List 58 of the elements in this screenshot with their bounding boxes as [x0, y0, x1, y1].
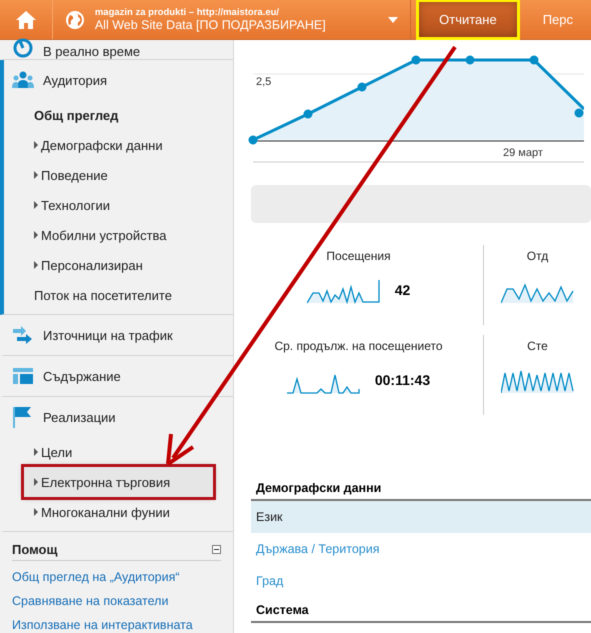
- flag-icon: [12, 406, 34, 428]
- metric-label: Ср. продълж. на посещението: [274, 339, 443, 353]
- people-icon: [12, 71, 34, 89]
- dropdown-caret-icon: [388, 16, 398, 22]
- menu-item[interactable]: Поведение: [4, 160, 213, 190]
- expand-triangle-icon: [34, 141, 38, 149]
- expand-triangle-icon: [34, 261, 38, 269]
- expand-triangle-icon: [34, 231, 38, 239]
- expand-triangle-icon: [34, 171, 38, 179]
- data-point: [248, 136, 258, 144]
- axis-label: 29 март: [503, 147, 543, 159]
- account-name: magazin za produkti – http://maistora.eu/: [94, 7, 280, 18]
- expand-triangle-icon: [34, 478, 38, 486]
- menu-item[interactable]: Мобилни устройства: [4, 220, 213, 250]
- menu-item[interactable]: Електронна търговия: [24, 467, 213, 497]
- metric-value: 00:11:43: [374, 372, 430, 388]
- section-link[interactable]: Съдържание: [4, 356, 233, 396]
- menu-item[interactable]: Общ преглед: [4, 100, 213, 130]
- expand-triangle-icon: [34, 448, 38, 456]
- collapse-icon[interactable]: [212, 545, 221, 554]
- expand-triangle-icon: [34, 508, 38, 516]
- data-point: [466, 56, 474, 64]
- menu-item[interactable]: Демографски данни: [4, 130, 213, 160]
- table-row-link[interactable]: Държава / Територия: [251, 533, 591, 565]
- layout-icon: [12, 367, 34, 385]
- section-link[interactable]: Източници на трафик: [4, 315, 233, 355]
- data-point: [412, 56, 420, 64]
- section-link[interactable]: В реално време: [4, 40, 233, 59]
- section-link[interactable]: Реализации: [4, 397, 233, 437]
- nav-tab[interactable]: Отчитане: [419, 2, 517, 37]
- expand-triangle-icon: [34, 201, 38, 209]
- arrows-icon: [12, 324, 34, 346]
- axis-label: 2,5: [256, 76, 272, 88]
- view-name: All Web Site Data [ПО ПОДРАЗБИРАНЕ]: [94, 18, 327, 32]
- data-point: [358, 82, 366, 92]
- menu-item[interactable]: Технологии: [4, 190, 213, 220]
- home-icon: [14, 10, 37, 30]
- data-point: [530, 56, 538, 64]
- menu-item[interactable]: Цели: [4, 437, 213, 467]
- metric-value: 42: [394, 282, 410, 298]
- help-title: Помощ: [12, 542, 58, 557]
- group-heading: Система: [251, 597, 591, 623]
- table-row-link[interactable]: Град: [251, 565, 591, 597]
- menu-item[interactable]: Персонализиран: [4, 250, 213, 280]
- table-row-link[interactable]: Език: [251, 501, 591, 533]
- help-link[interactable]: Общ преглед на „Аудитория“: [12, 565, 221, 589]
- menu-item[interactable]: Многоканални фунии: [4, 497, 213, 527]
- data-point: [304, 110, 312, 118]
- data-point: [574, 108, 584, 118]
- clock-icon: [12, 37, 34, 59]
- help-link[interactable]: Използване на интерактивната: [12, 613, 221, 633]
- metric-label: Посещения: [326, 249, 391, 263]
- metric-label: Сте: [527, 339, 548, 353]
- globe-icon: [64, 10, 85, 30]
- menu-item[interactable]: Поток на посетителите: [4, 280, 213, 310]
- section-link[interactable]: Аудитория: [4, 60, 233, 100]
- help-link[interactable]: Сравняване на показатели: [12, 589, 221, 613]
- metric-label: Отд: [526, 249, 548, 263]
